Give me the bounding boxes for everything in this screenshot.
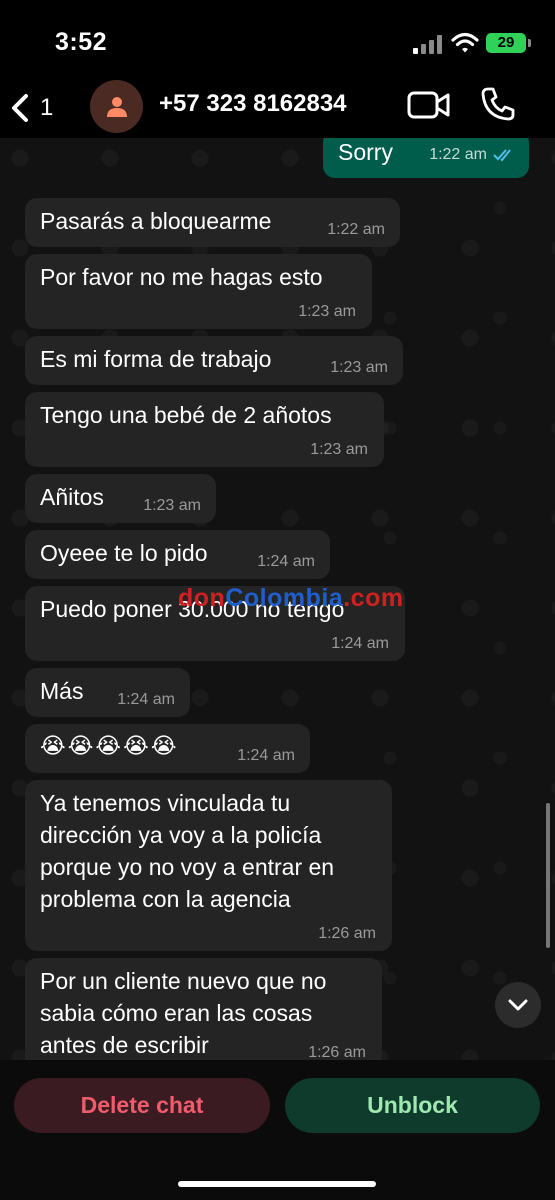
message-text: Por un cliente nuevo que no sabia cómo e… bbox=[40, 968, 327, 1058]
wifi-icon bbox=[451, 32, 479, 53]
message-text: Tengo una bebé de 2 añotos bbox=[40, 402, 332, 428]
message-time: 1:22 am bbox=[429, 146, 487, 163]
battery-icon: 29 bbox=[486, 33, 531, 53]
back-count: 1 bbox=[40, 94, 54, 121]
message-time: 1:22 am bbox=[327, 221, 385, 238]
message-time: 1:26 am bbox=[318, 925, 376, 942]
scroll-down-button[interactable] bbox=[495, 982, 541, 1028]
scrollbar[interactable] bbox=[546, 803, 550, 948]
chat-header: 1 +57 323 8162834 bbox=[0, 80, 555, 138]
message-time: 1:23 am bbox=[330, 359, 388, 376]
avatar[interactable] bbox=[90, 80, 143, 133]
message-time: 1:24 am bbox=[117, 691, 175, 708]
message-text: Añitos bbox=[40, 484, 104, 510]
message-text: Por favor no me hagas esto bbox=[40, 264, 323, 290]
chevron-left-icon bbox=[12, 94, 28, 122]
message-time: 1:26 am bbox=[308, 1044, 366, 1060]
phone-call-icon[interactable] bbox=[480, 86, 516, 122]
chevron-down-icon bbox=[508, 999, 528, 1011]
contact-name[interactable]: +57 323 8162834 bbox=[159, 90, 347, 118]
message-text: Puedo poner 30.000 no tengo bbox=[40, 596, 345, 622]
message-list[interactable]: Sorry 1:22 am Pasarás a bloquearme 1:22 … bbox=[0, 138, 555, 1060]
message-incoming[interactable]: Pasarás a bloquearme 1:22 am bbox=[25, 198, 400, 247]
message-text: Pasarás a bloquearme bbox=[40, 208, 272, 234]
message-incoming[interactable]: Por un cliente nuevo que no sabia cómo e… bbox=[25, 958, 382, 1060]
message-time: 1:24 am bbox=[237, 747, 295, 764]
message-time: 1:24 am bbox=[257, 553, 315, 570]
message-incoming[interactable]: Es mi forma de trabajo 1:23 am bbox=[25, 336, 403, 385]
home-indicator[interactable] bbox=[178, 1181, 376, 1187]
message-text: Sorry bbox=[338, 139, 393, 165]
message-time: 1:24 am bbox=[331, 635, 389, 652]
status-bar: 3:52 29 bbox=[0, 0, 555, 80]
message-incoming[interactable]: Por favor no me hagas esto 1:23 am bbox=[25, 254, 372, 329]
message-incoming[interactable]: Añitos 1:23 am bbox=[25, 474, 216, 523]
video-call-icon[interactable] bbox=[407, 89, 451, 121]
message-text: Ya tenemos vinculada tu dirección ya voy… bbox=[40, 790, 335, 912]
message-outgoing[interactable]: Sorry 1:22 am bbox=[323, 138, 529, 178]
person-icon bbox=[106, 96, 127, 117]
message-incoming[interactable]: 😭😭😭😭😭 1:24 am bbox=[25, 724, 310, 773]
message-incoming[interactable]: Ya tenemos vinculada tu dirección ya voy… bbox=[25, 780, 392, 951]
message-time: 1:23 am bbox=[310, 441, 368, 458]
message-incoming[interactable]: Puedo poner 30.000 no tengo 1:24 am bbox=[25, 586, 405, 661]
read-receipt-icon bbox=[493, 149, 511, 162]
message-incoming[interactable]: Tengo una bebé de 2 añotos 1:23 am bbox=[25, 392, 384, 467]
status-time: 3:52 bbox=[55, 28, 108, 56]
signal-icon bbox=[413, 34, 445, 54]
message-incoming[interactable]: Más 1:24 am bbox=[25, 668, 190, 717]
blocked-footer: Delete chat Unblock bbox=[0, 1060, 555, 1200]
message-emoji: 😭😭😭😭😭 bbox=[40, 733, 179, 758]
back-button[interactable]: 1 bbox=[10, 86, 70, 130]
unblock-button[interactable]: Unblock bbox=[285, 1078, 540, 1133]
delete-chat-button[interactable]: Delete chat bbox=[14, 1078, 270, 1133]
message-time: 1:23 am bbox=[143, 497, 201, 514]
message-text: Más bbox=[40, 678, 84, 704]
message-text: Oyeee te lo pido bbox=[40, 540, 208, 566]
message-text: Es mi forma de trabajo bbox=[40, 346, 272, 372]
message-incoming[interactable]: Oyeee te lo pido 1:24 am bbox=[25, 530, 330, 579]
message-time: 1:23 am bbox=[298, 303, 356, 320]
